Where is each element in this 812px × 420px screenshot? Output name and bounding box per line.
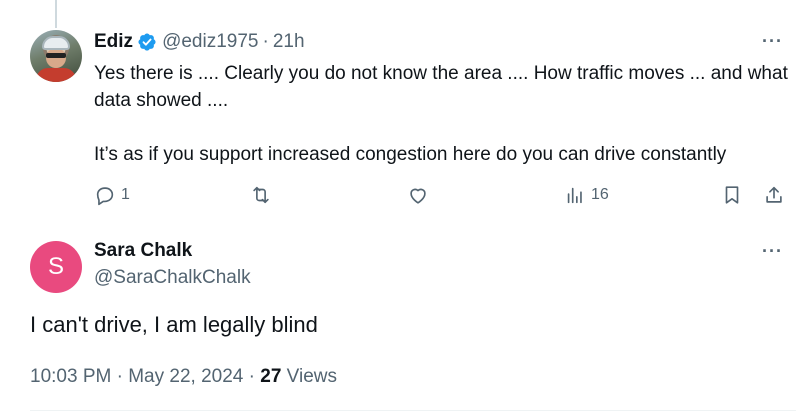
tweet-text-paragraph: Yes there is .... Clearly you do not kno…	[94, 63, 788, 111]
separator-dot: ·	[262, 31, 269, 52]
tweet-metadata: 10:03 PM · May 22, 2024 · 27 Views	[30, 366, 337, 388]
views-button[interactable]: 16	[564, 180, 609, 210]
reply-count: 1	[121, 186, 130, 203]
tweet-text: Yes there is .... Clearly you do not kno…	[94, 60, 794, 168]
retweet-icon	[253, 186, 269, 204]
views-label: Views	[286, 366, 338, 387]
reply-icon	[96, 187, 114, 206]
author-name[interactable]: Ediz	[94, 31, 133, 53]
heart-icon	[410, 188, 426, 204]
reply-tweet[interactable]: Ediz @ediz1975 · 21h ··· Yes there is ..…	[0, 0, 812, 226]
views-count[interactable]: 27	[260, 366, 281, 387]
bookmark-button[interactable]	[721, 180, 743, 210]
share-icon	[766, 186, 782, 203]
share-button[interactable]	[763, 180, 785, 210]
timestamp-time[interactable]: 10:03 PM	[30, 366, 111, 387]
author-handle[interactable]: @SaraChalkChalk	[94, 267, 251, 289]
timestamp-date[interactable]: May 22, 2024	[128, 366, 243, 387]
analytics-icon	[567, 187, 582, 204]
separator-dot: ·	[248, 366, 255, 387]
retweet-button[interactable]	[250, 180, 272, 210]
reply-button[interactable]: 1	[94, 180, 130, 210]
views-count: 16	[591, 186, 609, 203]
tweet-action-bar: 1 16	[94, 180, 796, 210]
more-options-icon[interactable]: ···	[762, 32, 783, 50]
like-button[interactable]	[407, 180, 429, 210]
divider	[30, 410, 796, 411]
verified-badge-icon[interactable]	[137, 32, 157, 52]
author-name[interactable]: Sara Chalk	[94, 240, 192, 262]
avatar[interactable]	[30, 30, 82, 82]
avatar[interactable]: S	[30, 241, 82, 293]
author-handle[interactable]: @ediz1975	[162, 31, 258, 53]
more-options-icon[interactable]: ···	[762, 242, 783, 260]
tweet-text-paragraph: It’s as if you support increased congest…	[94, 144, 727, 165]
tweet-header: Ediz @ediz1975 · 21h	[94, 30, 305, 54]
bookmark-icon	[725, 186, 739, 204]
separator-dot: ·	[116, 366, 123, 387]
avatar-initial: S	[47, 253, 64, 280]
timestamp[interactable]: 21h	[273, 31, 305, 53]
tweet-text: I can't drive, I am legally blind	[30, 312, 318, 337]
